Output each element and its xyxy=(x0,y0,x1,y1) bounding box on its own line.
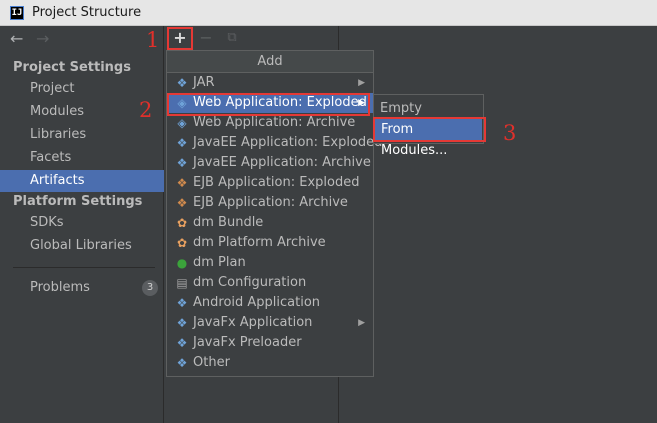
ejb-icon: ❖ xyxy=(176,176,188,190)
problems-label: Problems xyxy=(30,280,90,295)
menu-item[interactable]: ● dm Plan xyxy=(167,253,373,273)
menu-item[interactable]: ◈ Web Application: Archive xyxy=(167,113,373,133)
platform-settings-heading: Platform Settings xyxy=(13,194,143,209)
web-icon: ◈ xyxy=(177,96,187,110)
add-button[interactable]: + xyxy=(169,28,191,48)
ejb-icon: ❖ xyxy=(176,196,188,210)
web-exploded-submenu: Empty From Modules... xyxy=(373,94,484,158)
menu-item[interactable]: ▤ dm Configuration xyxy=(167,273,373,293)
menu-item-label: Web Application: Archive xyxy=(193,115,356,130)
menu-item-label: EJB Application: Archive xyxy=(193,195,348,210)
annotation-number-3: 3 xyxy=(503,121,517,145)
menu-item-label: Web Application: Exploded xyxy=(193,95,367,110)
sidebar-item-libraries[interactable]: Libraries xyxy=(0,124,164,146)
menu-item[interactable]: ❖ EJB Application: Exploded xyxy=(167,173,373,193)
nav-row: ← → xyxy=(0,26,164,54)
submenu-arrow-icon: ▶ xyxy=(358,318,365,328)
menu-item[interactable]: ❖ EJB Application: Archive xyxy=(167,193,373,213)
menu-item-label: dm Configuration xyxy=(193,275,307,290)
bundle-icon: ✿ xyxy=(176,236,188,250)
web-icon: ◈ xyxy=(177,116,187,130)
add-popup-menu: Add ❖ JAR ▶ ◈ Web Application: Exploded ▶ ◈ Web… xyxy=(166,50,383,377)
sidebar-item-project[interactable]: Project xyxy=(0,78,164,100)
diamond-icon: ❖ xyxy=(176,316,188,330)
submenu-item-empty[interactable]: Empty xyxy=(374,98,483,119)
menu-item[interactable]: ✿ dm Bundle xyxy=(167,213,373,233)
sidebar-item-problems[interactable]: Problems 3 xyxy=(0,277,164,299)
sidebar-item-artifacts[interactable]: Artifacts xyxy=(0,170,164,192)
menu-item[interactable]: ◈ Web Application: Exploded ▶ xyxy=(167,93,373,113)
settings-sidebar: ← → Project Settings Project Modules Lib… xyxy=(0,26,164,423)
menu-item-label: JAR xyxy=(193,75,215,90)
plan-icon: ● xyxy=(176,256,188,270)
back-arrow-icon[interactable]: ← xyxy=(10,30,23,48)
artifacts-toolbar: + − ⧉ xyxy=(165,26,338,50)
submenu-item-from-modules[interactable]: From Modules... xyxy=(375,119,482,158)
menu-item[interactable]: ❖ JavaEE Application: Archive xyxy=(167,153,373,173)
diamond-icon: ❖ xyxy=(176,336,188,350)
menu-item[interactable]: ❖ JavaFx Application ▶ xyxy=(167,313,373,333)
annotation-number-1: 1 xyxy=(146,28,160,52)
diamond-icon: ❖ xyxy=(176,296,188,310)
menu-item-label: Android Application xyxy=(193,295,321,310)
sidebar-item-facets[interactable]: Facets xyxy=(0,147,164,169)
sidebar-item-global-libraries[interactable]: Global Libraries xyxy=(0,235,164,257)
menu-item[interactable]: ❖ JavaFx Preloader xyxy=(167,333,373,353)
menu-item[interactable]: ❖ Other xyxy=(167,353,373,373)
submenu-arrow-icon: ▶ xyxy=(358,78,365,88)
submenu-arrow-icon: ▶ xyxy=(358,98,365,108)
popup-header: Add xyxy=(167,51,373,73)
copy-button[interactable]: ⧉ xyxy=(221,28,243,48)
menu-item[interactable]: ✿ dm Platform Archive xyxy=(167,233,373,253)
config-icon: ▤ xyxy=(176,276,188,290)
javaee-icon: ❖ xyxy=(176,156,188,170)
project-settings-heading: Project Settings xyxy=(13,60,131,75)
forward-arrow-icon[interactable]: → xyxy=(36,30,49,48)
sidebar-item-sdks[interactable]: SDKs xyxy=(0,212,164,234)
menu-item-label: dm Plan xyxy=(193,255,246,270)
bundle-icon: ✿ xyxy=(176,216,188,230)
remove-button[interactable]: − xyxy=(195,28,217,48)
menu-item[interactable]: ❖ JAR ▶ xyxy=(167,73,373,93)
diamond-icon: ❖ xyxy=(176,76,188,90)
menu-item-label: JavaFx Application xyxy=(193,315,313,330)
annotation-number-2: 2 xyxy=(139,98,153,122)
window-title: Project Structure xyxy=(32,5,142,20)
menu-item[interactable]: ❖ JavaEE Application: Exploded xyxy=(167,133,383,153)
menu-item-label: Other xyxy=(193,355,230,370)
javaee-icon: ❖ xyxy=(176,136,188,150)
title-bar: IJ Project Structure xyxy=(0,0,657,26)
problems-count-badge: 3 xyxy=(142,280,158,296)
menu-item-label: dm Bundle xyxy=(193,215,264,230)
menu-item-label: JavaEE Application: Exploded xyxy=(193,135,383,150)
menu-item[interactable]: ❖ Android Application xyxy=(167,293,373,313)
menu-item-label: EJB Application: Exploded xyxy=(193,175,360,190)
diamond-icon: ❖ xyxy=(176,356,188,370)
menu-list: ❖ JAR ▶ ◈ Web Application: Exploded ▶ ◈ Web App… xyxy=(167,73,383,373)
menu-item-label: dm Platform Archive xyxy=(193,235,326,250)
intellij-app-icon: IJ xyxy=(10,5,24,20)
menu-item-label: JavaFx Preloader xyxy=(193,335,302,350)
menu-item-label: JavaEE Application: Archive xyxy=(193,155,371,170)
sidebar-separator xyxy=(13,267,155,268)
